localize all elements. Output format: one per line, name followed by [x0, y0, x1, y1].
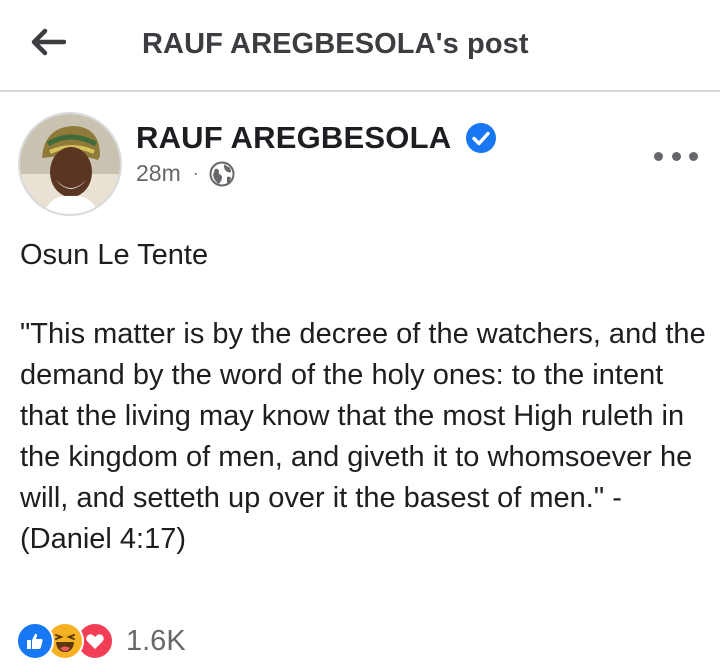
more-dot-icon	[671, 151, 681, 161]
more-dot-icon	[689, 151, 698, 161]
like-icon	[16, 622, 54, 660]
arrow-left-icon	[31, 28, 66, 56]
verified-badge-icon	[465, 122, 497, 154]
more-dot-icon	[654, 151, 663, 161]
reaction-count: 1.6K	[126, 624, 186, 657]
post-text: "This matter is by the decree of the wat…	[20, 318, 706, 555]
author-name-row: RAUF AREGBESOLA	[136, 120, 497, 156]
top-bar: RAUF AREGBESOLA's post	[0, 0, 720, 92]
globe-icon	[209, 161, 235, 186]
post-meta: 28m ·	[136, 160, 235, 187]
post-content: Osun Le Tente "This matter is by the dec…	[20, 236, 710, 560]
page-title: RAUF AREGBESOLA's post	[142, 28, 529, 60]
post-timestamp[interactable]: 28m	[136, 160, 181, 187]
meta-separator: ·	[192, 163, 199, 183]
author-avatar[interactable]	[18, 112, 122, 216]
reactions-summary[interactable]: 1.6K	[16, 622, 186, 660]
post-title: Osun Le Tente	[20, 239, 209, 271]
author-name[interactable]: RAUF AREGBESOLA	[136, 120, 451, 156]
back-button[interactable]	[26, 22, 70, 62]
more-options-button[interactable]	[654, 146, 698, 166]
